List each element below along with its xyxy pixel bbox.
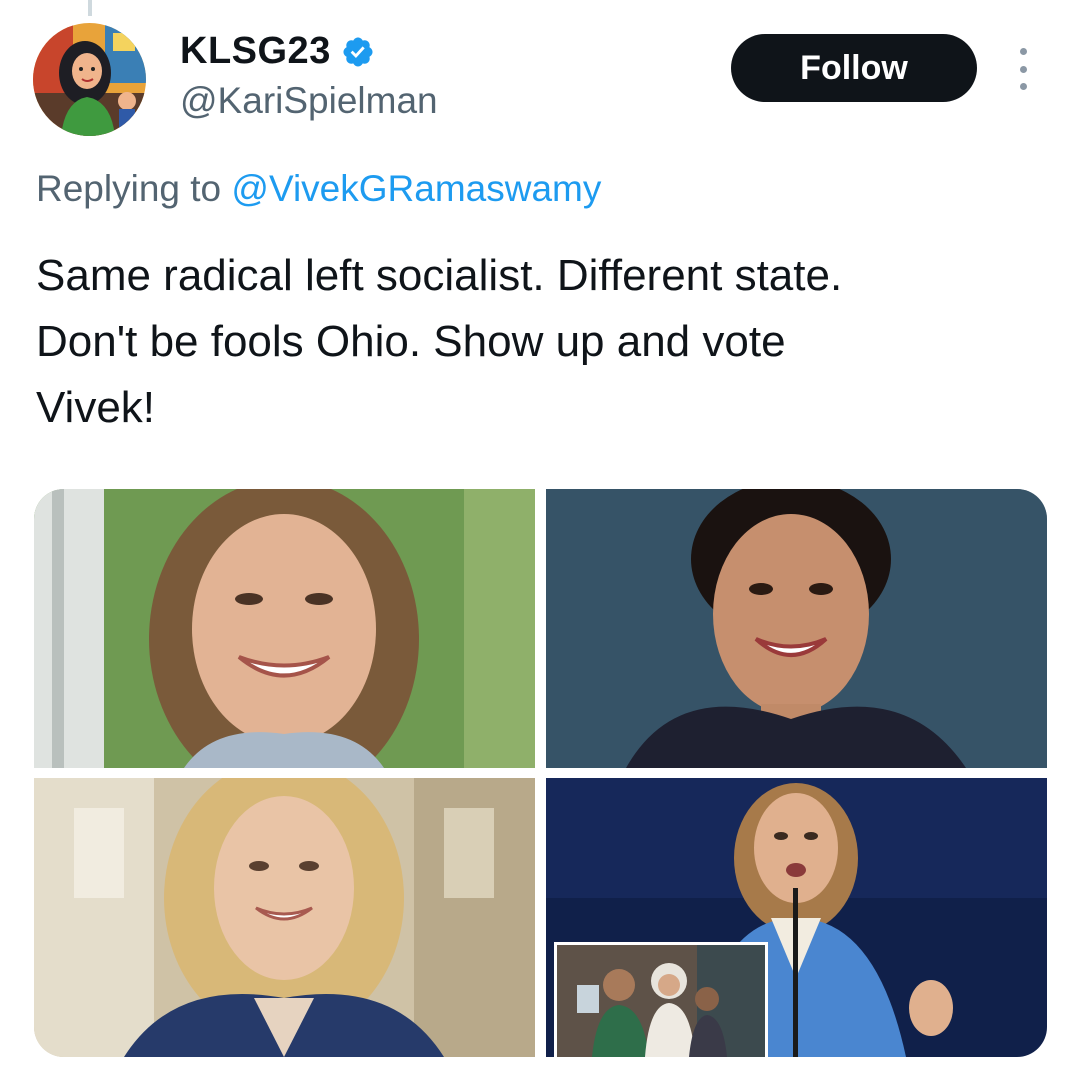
inset-photo — [554, 942, 768, 1057]
tweet-text: Same radical left socialist. Different s… — [36, 251, 843, 432]
thread-line — [88, 0, 92, 16]
comic-woman-avatar-icon — [33, 23, 146, 136]
avatar[interactable] — [33, 23, 146, 136]
more-dot — [1019, 48, 1027, 55]
replying-to-label: Replying to — [36, 168, 232, 209]
photo-woman-dark-hair-smiling[interactable] — [546, 489, 1047, 768]
replying-to: Replying to @VivekGRamaswamy — [36, 168, 601, 210]
display-name[interactable]: KLSG23 — [180, 30, 331, 73]
photo-woman-smiling-outdoors-image — [34, 489, 535, 768]
more-dot — [1019, 83, 1027, 90]
media-grid — [34, 489, 1047, 1057]
photo-woman-speaking-podium[interactable] — [546, 778, 1047, 1057]
author-handle[interactable]: @KariSpielman — [180, 80, 438, 122]
photo-woman-dark-hair-smiling-image — [546, 489, 1047, 768]
reply-mention-link[interactable]: @VivekGRamaswamy — [231, 168, 601, 209]
author-name-row[interactable]: KLSG23 — [180, 30, 375, 73]
more-vertical-icon[interactable] — [1012, 48, 1034, 90]
photo-woman-blonde-blazer-image — [34, 778, 535, 1057]
tweet: KLSG23 @KariSpielman Follow Replying to … — [0, 0, 1080, 1084]
inset-photo-image — [557, 945, 765, 1057]
verified-badge-icon — [343, 36, 373, 67]
photo-woman-blonde-blazer[interactable] — [34, 778, 535, 1057]
more-dot — [1019, 65, 1027, 73]
photo-woman-smiling-outdoors[interactable] — [34, 489, 535, 768]
follow-button[interactable]: Follow — [731, 34, 977, 102]
